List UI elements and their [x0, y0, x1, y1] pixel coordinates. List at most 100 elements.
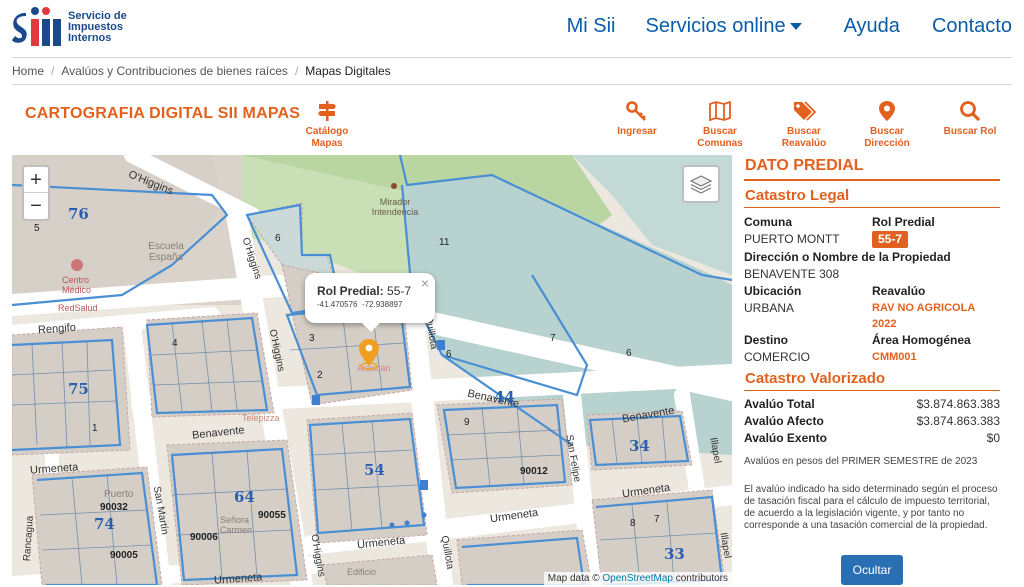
block-number: 64: [234, 488, 255, 506]
place-label: Edificio: [347, 567, 377, 577]
signpost-icon: [318, 101, 336, 121]
lot-number: 1: [92, 423, 98, 434]
nav-servicios-online[interactable]: Servicios online: [634, 12, 814, 42]
zoom-control: + −: [22, 165, 50, 221]
tags-icon: [794, 101, 816, 121]
lot-number: 90005: [110, 550, 138, 561]
close-icon[interactable]: ×: [421, 275, 429, 291]
breadcrumb-avaluos[interactable]: Avalúos y Contribuciones de bienes raíce…: [61, 64, 288, 78]
block-number: 44: [494, 388, 515, 406]
buscar-rol-button[interactable]: Buscar Rol: [935, 100, 1005, 138]
map-icon: [709, 100, 731, 122]
lot-number: 7: [550, 333, 556, 344]
lot-number: 11: [439, 237, 450, 248]
zoom-out-button[interactable]: −: [24, 193, 48, 219]
reavaluo-year: 2022: [872, 318, 897, 330]
nav-mi-sii[interactable]: Mi Sii: [555, 12, 628, 42]
search-icon: [960, 101, 981, 122]
block-number: 76: [68, 205, 89, 223]
avaluo-period-note: Avalúos en pesos del PRIMER SEMESTRE de …: [744, 456, 978, 467]
lot-number: 90012: [520, 466, 548, 477]
caret-down-icon: [789, 23, 802, 31]
map-attribution: Map data © OpenStreetMap contributors: [543, 572, 732, 585]
ingresar-button[interactable]: Ingresar: [602, 100, 672, 138]
buscar-comunas-button[interactable]: Buscar Comunas: [685, 100, 755, 150]
comuna-label: Comuna: [744, 215, 792, 229]
breadcrumb-home[interactable]: Home: [12, 64, 44, 78]
catalogo-mapas-button[interactable]: Catálogo Mapas: [292, 100, 362, 150]
destino-value: COMERCIO: [744, 350, 810, 364]
breadcrumb-separator: /: [51, 64, 55, 78]
street-label: Urmeneta: [213, 571, 263, 585]
reavaluo-label: Reavalúo: [872, 284, 926, 298]
key-icon: [626, 101, 646, 121]
layers-icon: [689, 175, 713, 194]
avaluo-exento-value: $0: [986, 431, 1000, 445]
buscar-reavaluo-button[interactable]: Buscar Reavalúo: [769, 100, 839, 150]
main-nav: Mi Sii Servicios online Ayuda Contacto: [555, 12, 1024, 42]
lot-number: 90032: [100, 502, 128, 513]
direccion-label: Dirección o Nombre de la Propiedad: [744, 250, 951, 264]
ubicacion-value: URBANA: [744, 301, 795, 315]
direccion-value: BENAVENTE 308: [744, 267, 840, 281]
reavaluo-value: RAV NO AGRICOLA: [872, 302, 976, 314]
sii-logo-text: Servicio de Impuestos Internos: [68, 9, 127, 44]
lot-number: 9: [464, 417, 470, 428]
popup-coordinates: -41.470576 -72.938897: [317, 300, 403, 309]
lot-number: 2: [317, 370, 323, 381]
avaluo-exento-label: Avalúo Exento: [744, 431, 827, 445]
sii-logo[interactable]: Servicio de Impuestos Internos: [12, 6, 140, 48]
panel-title: DATO PREDIAL: [744, 155, 1000, 181]
site-header: Servicio de Impuestos Internos Mi Sii Se…: [0, 0, 1024, 56]
map-canvas[interactable]: O'Higgins O'Higgins O'Higgins O'Higgins …: [12, 155, 732, 585]
place-label: RedSalud: [58, 303, 98, 313]
lot-number: 6: [446, 349, 452, 360]
rol-label: Rol Predial: [872, 215, 935, 229]
lot-number: 90006: [190, 532, 218, 543]
breadcrumb: Home / Avalúos y Contribuciones de biene…: [12, 57, 1012, 85]
buscar-direccion-button[interactable]: Buscar Dirección: [852, 100, 922, 150]
lot-number: 8: [630, 518, 636, 529]
place-label: Mirador Intendencia: [371, 197, 419, 217]
lot-number: 6: [626, 348, 632, 359]
ubicacion-label: Ubicación: [744, 284, 802, 298]
place-label: Puerto: [104, 489, 134, 500]
ocultar-button[interactable]: Ocultar: [841, 555, 903, 585]
layers-button[interactable]: [682, 165, 720, 203]
place-label: Escuela España: [148, 241, 184, 263]
lot-number: 7: [654, 514, 660, 525]
avaluo-total-value: $3.874.863.383: [916, 397, 1000, 411]
nav-contacto[interactable]: Contacto: [920, 12, 1024, 42]
avaluo-disclaimer: El avalúo indicado ha sido determinado s…: [744, 484, 998, 531]
comuna-value: PUERTO MONTT: [744, 232, 840, 246]
breadcrumb-separator: /: [294, 64, 299, 78]
catastro-valorizado-section: Avalúo Total $3.874.863.383 Avalúo Afect…: [744, 396, 1000, 447]
block-number: 33: [664, 545, 685, 563]
lot-number: 5: [34, 223, 40, 234]
lot-number: 3: [309, 333, 315, 344]
area-label: Área Homogénea: [872, 333, 971, 347]
place-label: Telepizza: [242, 413, 280, 423]
place-label: Centro Médico: [62, 275, 92, 295]
avaluo-afecto-label: Avalúo Afecto: [744, 414, 824, 428]
rol-badge: 55-7: [872, 231, 909, 248]
catastro-valorizado-title: Catastro Valorizado: [744, 368, 1000, 391]
page-title: CARTOGRAFIA DIGITAL SII MAPAS: [25, 105, 301, 122]
nav-ayuda[interactable]: Ayuda: [832, 12, 912, 42]
popup-title: Rol Predial: 55-7: [317, 284, 412, 298]
block-number: 75: [68, 380, 89, 398]
sii-logo-mark: [12, 6, 64, 48]
openstreetmap-link[interactable]: OpenStreetMap: [602, 573, 673, 584]
avaluo-total-label: Avalúo Total: [744, 397, 815, 411]
area-value: CMM001: [872, 351, 917, 363]
avaluo-afecto-value: $3.874.863.383: [916, 414, 1000, 428]
zoom-in-button[interactable]: +: [24, 167, 48, 193]
block-number: 74: [94, 515, 115, 533]
catastro-legal-title: Catastro Legal: [744, 185, 1000, 208]
destino-label: Destino: [744, 333, 789, 347]
map-toolbar: CARTOGRAFIA DIGITAL SII MAPAS Catálogo M…: [12, 86, 1012, 154]
block-number: 54: [364, 461, 385, 479]
rol-popup: × Rol Predial: 55-7 -41.470576 -72.93889…: [305, 273, 435, 332]
location-pin-icon[interactable]: [358, 338, 380, 375]
lot-number: 4: [172, 338, 178, 349]
